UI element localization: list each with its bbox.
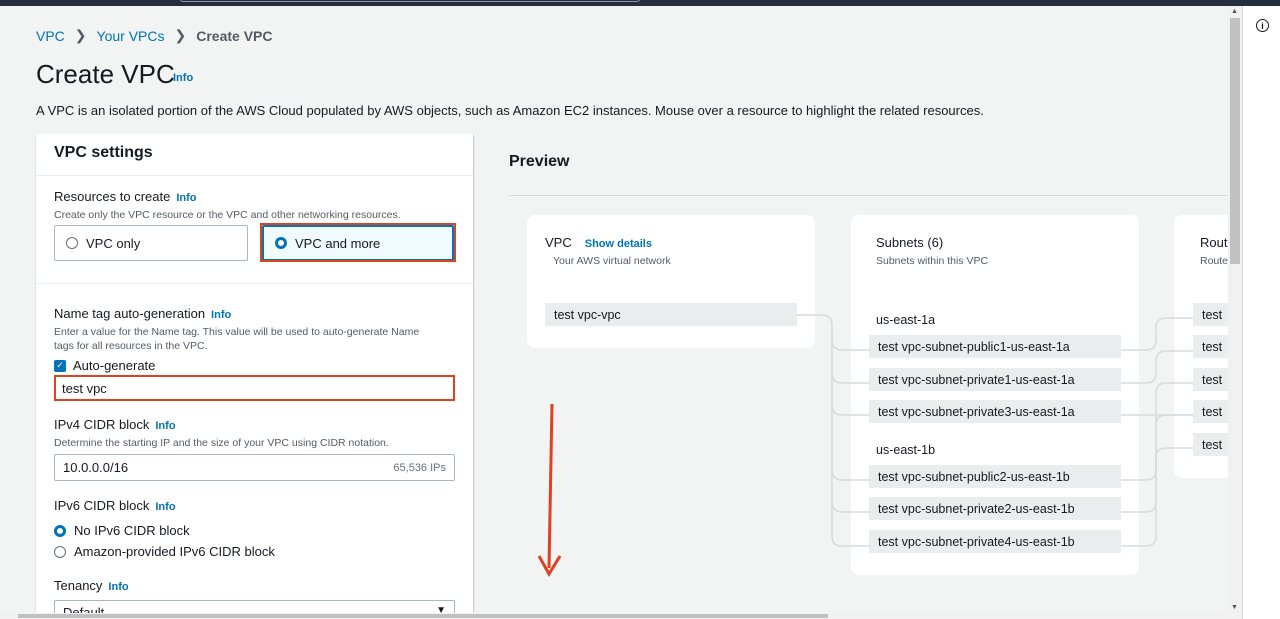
breadcrumb-current: Create VPC [196, 27, 273, 44]
name-tag-hint: Enter a value for the Name tag. This val… [54, 326, 420, 338]
radio-icon [54, 545, 66, 558]
az-label: us-east-1a [876, 313, 936, 327]
vpc-card-title: VPC [545, 235, 572, 250]
highlight-annotation [54, 375, 455, 401]
highlight-annotation [260, 223, 456, 262]
resources-to-create-section: Resources to create Info Create only the … [54, 188, 401, 222]
resources-label: Resources to create [54, 189, 171, 204]
right-help-rail: i [1242, 6, 1280, 619]
subnet-node[interactable]: test vpc-subnet-private1-us-east-1a [869, 368, 1121, 391]
name-tag-label: Name tag auto-generation [54, 306, 206, 321]
vpc-preview-card: VPC Show details Your AWS virtual network… [527, 215, 815, 348]
route-table-node[interactable]: test [1193, 433, 1228, 456]
page-info-link[interactable]: Info [173, 72, 193, 84]
ipv6-label: IPv6 CIDR block [54, 498, 150, 513]
radio-icon [66, 237, 78, 249]
chevron-right-icon: ❯ [74, 27, 87, 43]
show-details-link[interactable]: Show details [585, 238, 652, 250]
down-arrow-annotation-icon [537, 403, 562, 577]
ipv4-hint: Determine the starting IP and the size o… [54, 437, 389, 449]
route-tables-preview-card: Rout Route test test test test test [1174, 215, 1228, 478]
vpc-card-title-row: VPC Show details [545, 235, 652, 250]
breadcrumb-vpc-link[interactable]: VPC [36, 28, 65, 44]
page-title: Create VPC [36, 59, 175, 89]
ipv6-none-label: No IPv6 CIDR block [74, 523, 190, 538]
main-content: VPC ❯ Your VPCs ❯ Create VPC Create VPC … [0, 6, 1228, 613]
chevron-right-icon: ❯ [174, 27, 187, 43]
vertical-scrollbar[interactable]: ▲ ▼ [1228, 6, 1242, 613]
route-table-node[interactable]: test [1193, 368, 1228, 391]
vpc-node[interactable]: test vpc-vpc [545, 303, 797, 326]
ipv6-none-option[interactable]: No IPv6 CIDR block [54, 520, 454, 541]
caret-down-icon: ▼ [436, 605, 446, 613]
preview-title: Preview [509, 153, 570, 170]
horizontal-scrollbar[interactable] [0, 613, 1242, 619]
route-table-node[interactable]: test [1193, 303, 1228, 326]
vpc-settings-header: VPC settings [36, 134, 473, 176]
page-description: A VPC is an isolated portion of the AWS … [36, 103, 984, 118]
subnet-node[interactable]: test vpc-subnet-public1-us-east-1a [869, 335, 1121, 358]
subnets-card-title: Subnets (6) [876, 235, 944, 250]
ipv4-value: 10.0.0.0/16 [63, 460, 129, 475]
search-bar[interactable] [180, 0, 640, 2]
ipv4-cidr-input[interactable]: 10.0.0.0/16 65,536 IPs [54, 454, 455, 481]
ipv4-info-link[interactable]: Info [155, 420, 175, 432]
tenancy-select[interactable]: Default ▼ [54, 600, 455, 613]
tenancy-info-link[interactable]: Info [108, 581, 128, 593]
name-tag-hint-2: tags for all resources in the VPC. [54, 340, 208, 352]
breadcrumb-your-vpcs-link[interactable]: Your VPCs [97, 28, 165, 44]
auto-generate-checkbox[interactable]: ✓ Auto-generate [54, 358, 454, 373]
subnet-node[interactable]: test vpc-subnet-public2-us-east-1b [869, 465, 1121, 488]
tenancy-value: Default [63, 605, 105, 613]
resources-info-link[interactable]: Info [176, 192, 196, 204]
az-label: us-east-1b [876, 443, 936, 457]
ipv4-section: IPv4 CIDR block Info Determine the starti… [54, 416, 454, 450]
auto-generate-label: Auto-generate [73, 358, 156, 373]
ipv4-label: IPv4 CIDR block [54, 417, 150, 432]
subnet-node[interactable]: test vpc-subnet-private3-us-east-1a [869, 400, 1121, 423]
tenancy-label: Tenancy [54, 578, 103, 593]
subnets-preview-card: Subnets (6) Subnets within this VPC us-e… [851, 215, 1139, 575]
info-icon[interactable]: i [1256, 19, 1269, 32]
route-card-title: Rout [1200, 235, 1228, 250]
name-tag-section: Name tag auto-generation Info Enter a val… [54, 305, 454, 373]
ipv6-section: IPv6 CIDR block Info No IPv6 CIDR block A… [54, 497, 454, 562]
ipv6-amazon-label: Amazon-provided IPv6 CIDR block [74, 544, 275, 559]
vpc-only-option[interactable]: VPC only [54, 225, 248, 261]
tenancy-section: Tenancy Info [54, 577, 129, 595]
vpc-only-label: VPC only [86, 235, 141, 251]
section-divider [36, 283, 473, 284]
preview-divider [509, 195, 1228, 196]
vpc-settings-panel: VPC settings Resources to create Info Cre… [36, 134, 473, 613]
resources-hint: Create only the VPC resource or the VPC … [54, 209, 401, 221]
scrollbar-thumb[interactable] [1230, 18, 1240, 264]
scroll-up-icon[interactable]: ▲ [1231, 8, 1238, 15]
name-tag-info-link[interactable]: Info [211, 309, 231, 321]
ipv6-info-link[interactable]: Info [155, 501, 175, 513]
radio-selected-icon [54, 524, 66, 537]
route-table-node[interactable]: test [1193, 400, 1228, 423]
route-card-subtitle: Route [1200, 255, 1228, 267]
breadcrumb: VPC ❯ Your VPCs ❯ Create VPC [36, 27, 273, 44]
vpc-card-subtitle: Your AWS virtual network [553, 255, 671, 267]
checkmark-icon: ✓ [54, 359, 66, 372]
scrollbar-thumb[interactable] [18, 614, 828, 618]
route-table-node[interactable]: test [1193, 335, 1228, 358]
ip-count: 65,536 IPs [393, 461, 446, 474]
subnet-node[interactable]: test vpc-subnet-private4-us-east-1b [869, 530, 1121, 553]
subnet-node[interactable]: test vpc-subnet-private2-us-east-1b [869, 497, 1121, 520]
scroll-down-icon[interactable]: ▼ [1231, 604, 1238, 611]
ipv6-amazon-option[interactable]: Amazon-provided IPv6 CIDR block [54, 541, 454, 562]
subnets-card-subtitle: Subnets within this VPC [876, 255, 989, 267]
